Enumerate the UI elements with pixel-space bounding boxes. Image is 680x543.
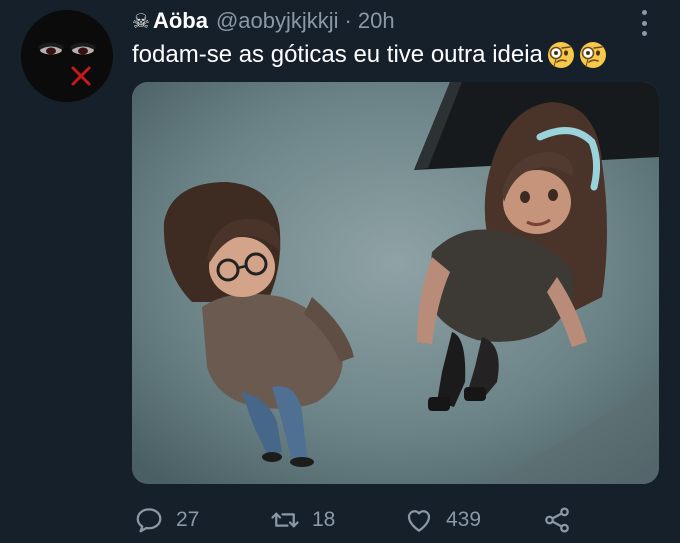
retweet-icon <box>271 512 299 528</box>
reply-icon <box>136 508 162 533</box>
tweet-text: fodam-se as góticas eu tive outra ideia <box>132 40 660 70</box>
share-icon <box>545 507 569 533</box>
avatar[interactable] <box>21 10 113 102</box>
reply-count: 27 <box>176 508 200 531</box>
avatar-image <box>21 10 113 102</box>
timestamp[interactable]: 20h <box>358 8 395 34</box>
face-with-monocle-emoji <box>547 42 574 68</box>
like-count: 439 <box>446 508 482 531</box>
retweet-button[interactable]: 18 <box>270 505 335 535</box>
share-button[interactable] <box>542 505 572 535</box>
reply-button[interactable]: 27 <box>134 505 199 535</box>
tweet-text-content: fodam-se as góticas eu tive outra ideia <box>132 41 543 68</box>
more-vertical-icon[interactable] <box>638 10 650 36</box>
like-button[interactable]: 439 <box>404 505 481 535</box>
display-name[interactable]: Aöba <box>153 8 208 34</box>
separator-dot: · <box>344 8 352 33</box>
like-icon <box>407 510 431 532</box>
user-handle[interactable]: @aobyjkjkkji <box>216 8 339 34</box>
face-with-monocle-emoji <box>579 42 606 68</box>
tweet-media[interactable] <box>132 82 659 484</box>
tweet-actions: 27 18 439 <box>132 500 652 540</box>
retweet-count: 18 <box>312 508 336 531</box>
skull-crossbones-icon: ☠ <box>132 10 150 33</box>
tweet-header: ☠ Aöba @aobyjkjkkji · 20h <box>132 6 640 36</box>
tweet[interactable]: ☠ Aöba @aobyjkjkkji · 20h fodam-se as gó… <box>0 0 680 543</box>
illustration-image <box>132 82 659 484</box>
